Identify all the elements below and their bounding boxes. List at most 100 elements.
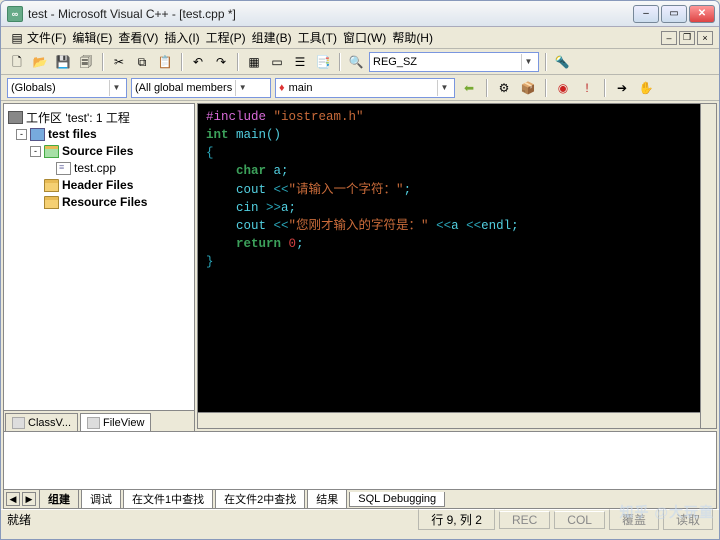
vertical-scrollbar[interactable]	[700, 104, 716, 428]
code-token: "iostream.h"	[274, 110, 364, 124]
tree-project[interactable]: - test files	[8, 126, 190, 142]
window-controls: – ▭ ✕	[633, 5, 715, 23]
code-token: char	[236, 164, 266, 178]
cut-icon[interactable]: ✂	[109, 52, 129, 72]
find-combo[interactable]: REG_SZ ▼	[369, 52, 539, 72]
code-token: <<	[466, 219, 481, 233]
code-token: >>	[266, 201, 281, 215]
tab-label: 在文件1中查找	[132, 494, 204, 506]
tab-nav-right-icon[interactable]: ▶	[22, 492, 36, 506]
tree-root[interactable]: 工作区 'test': 1 工程	[8, 109, 190, 125]
tab-label: 组建	[48, 494, 70, 506]
menu-build[interactable]: 组建(B)	[252, 29, 292, 46]
horizontal-scrollbar[interactable]	[198, 412, 700, 428]
tree-root-label: 工作区 'test': 1 工程	[26, 109, 130, 126]
menu-help[interactable]: 帮助(H)	[392, 29, 433, 46]
breakpoint-icon[interactable]: ✋	[636, 78, 656, 98]
output-icon[interactable]: ▭	[267, 52, 287, 72]
tab-fileview[interactable]: FileView	[80, 413, 151, 432]
find-icon[interactable]: 🔍	[346, 52, 366, 72]
tree-folder-resource[interactable]: Resource Files	[8, 194, 190, 210]
tab-nav-left-icon[interactable]: ◀	[6, 492, 20, 506]
tab-label: SQL Debugging	[358, 493, 436, 505]
save-all-icon[interactable]: 🗐	[76, 52, 96, 72]
tree-folder-header[interactable]: Header Files	[8, 177, 190, 193]
save-icon[interactable]: 💾	[53, 52, 73, 72]
compile-icon[interactable]: ⚙	[494, 78, 514, 98]
code-editor[interactable]: #include "iostream.h" int main() { char …	[197, 103, 717, 429]
standard-toolbar: 🗋 📂 💾 🗐 ✂ ⧉ 📋 ↶ ↷ ▦ ▭ ☰ 📑 🔍 REG_SZ ▼ 🔦	[1, 49, 719, 75]
mdi-close-button[interactable]: ×	[697, 31, 713, 45]
menu-file[interactable]: 文件(F)	[27, 29, 66, 46]
find-tool-icon[interactable]: 🔦	[552, 52, 572, 72]
system-menu-icon[interactable]: ▤	[7, 28, 27, 48]
workspace-tree[interactable]: 工作区 'test': 1 工程 -test files -Source Fil…	[4, 104, 194, 410]
function-value: main	[289, 82, 313, 94]
output-tab-find2[interactable]: 在文件2中查找	[215, 490, 305, 509]
output-tab-build[interactable]: 组建	[39, 490, 79, 509]
mdi-restore-button[interactable]: ❐	[679, 31, 695, 45]
output-body[interactable]	[3, 431, 717, 489]
tree-project-label: test files	[48, 127, 97, 141]
open-file-icon[interactable]: 📂	[30, 52, 50, 72]
window-list-icon[interactable]: ☰	[290, 52, 310, 72]
code-token: "请输入一个字符："	[289, 183, 404, 197]
new-file-icon[interactable]: 🗋	[7, 52, 27, 72]
code-token: a;	[281, 201, 296, 215]
output-tabs: ◀ ▶ 组建 调试 在文件1中查找 在文件2中查找 结果 SQL Debuggi…	[3, 489, 717, 509]
menu-project[interactable]: 工程(P)	[206, 29, 246, 46]
code-token: <<	[274, 183, 289, 197]
undo-icon[interactable]: ↶	[188, 52, 208, 72]
paste-icon[interactable]: 📋	[155, 52, 175, 72]
members-combo[interactable]: (All global members▼	[131, 78, 271, 98]
tree-file-item[interactable]: test.cpp	[8, 160, 190, 176]
minimize-button[interactable]: –	[633, 5, 659, 23]
collapse-icon[interactable]: -	[16, 129, 27, 140]
menu-view[interactable]: 查看(V)	[118, 29, 158, 46]
go-debug-icon[interactable]: ➔	[612, 78, 632, 98]
menu-window[interactable]: 窗口(W)	[343, 29, 386, 46]
code-token: {	[206, 146, 214, 160]
output-tab-debug[interactable]: 调试	[81, 490, 121, 509]
status-col: COL	[554, 511, 605, 529]
workspace-icon	[8, 111, 23, 124]
copy-icon[interactable]: ⧉	[132, 52, 152, 72]
stop-build-icon[interactable]: ◉	[553, 78, 573, 98]
code-token: <<	[274, 219, 289, 233]
maximize-button[interactable]: ▭	[661, 5, 687, 23]
workspace-icon[interactable]: ▦	[244, 52, 264, 72]
output-tab-find1[interactable]: 在文件1中查找	[123, 490, 213, 509]
redo-icon[interactable]: ↷	[211, 52, 231, 72]
menu-edit[interactable]: 编辑(E)	[72, 29, 112, 46]
status-bar: 就绪 行 9, 列 2 REC COL 覆盖 读取	[1, 509, 719, 529]
output-tab-sql[interactable]: SQL Debugging	[349, 492, 445, 507]
menu-tools[interactable]: 工具(T)	[298, 29, 337, 46]
function-combo[interactable]: ♦ main▼	[275, 78, 455, 98]
function-glyph-icon: ♦	[279, 82, 285, 94]
close-button[interactable]: ✕	[689, 5, 715, 23]
code-token: ;	[404, 183, 412, 197]
menu-insert[interactable]: 插入(I)	[164, 29, 199, 46]
go-button[interactable]: ⬅	[459, 78, 479, 98]
chevron-down-icon: ▼	[109, 80, 123, 96]
code-token: <<	[436, 219, 451, 233]
tab-classview[interactable]: ClassV...	[5, 413, 78, 432]
find-files-icon[interactable]: 📑	[313, 52, 333, 72]
code-token: }	[206, 255, 214, 269]
tab-label: ClassV...	[28, 417, 71, 429]
build-icon[interactable]: 📦	[518, 78, 538, 98]
status-position: 行 9, 列 2	[418, 509, 495, 530]
tree-folder-source[interactable]: -Source Files	[8, 143, 190, 159]
mdi-minimize-button[interactable]: –	[661, 31, 677, 45]
output-tab-results[interactable]: 结果	[307, 490, 347, 509]
scope-combo[interactable]: (Globals)▼	[7, 78, 127, 98]
tab-label: FileView	[103, 417, 144, 429]
tab-label: 在文件2中查找	[224, 494, 296, 506]
code-token	[281, 237, 289, 251]
execute-icon[interactable]: !	[577, 78, 597, 98]
collapse-icon[interactable]: -	[30, 146, 41, 157]
main-area: 工作区 'test': 1 工程 -test files -Source Fil…	[1, 101, 719, 431]
chevron-down-icon: ▼	[235, 80, 249, 96]
code-token: a	[451, 219, 466, 233]
status-rec: REC	[499, 511, 550, 529]
